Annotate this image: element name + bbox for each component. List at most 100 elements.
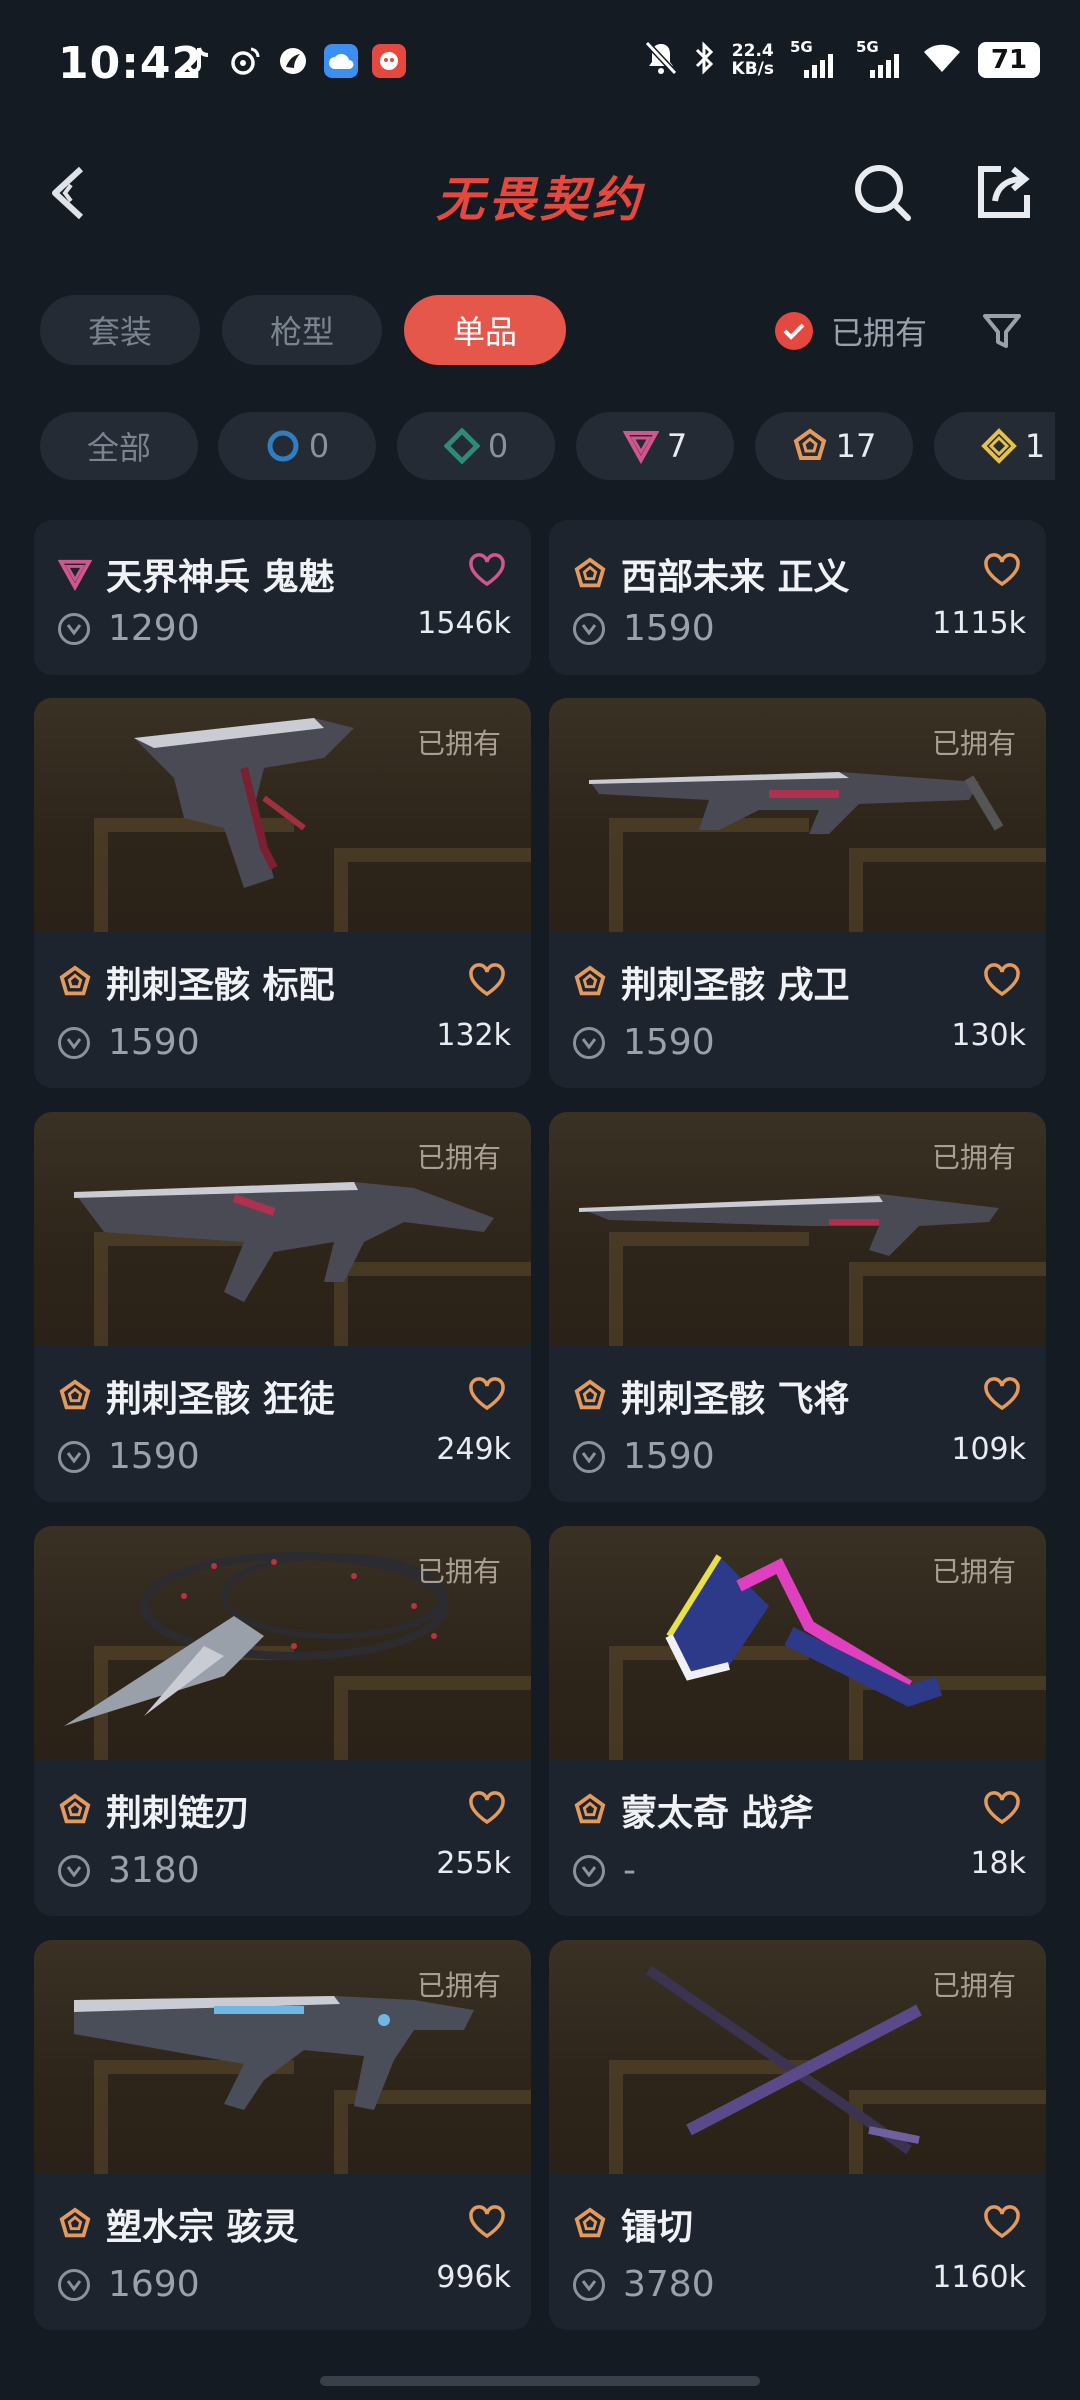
skin-likes: 130k [951,1018,1026,1053]
vp-currency-icon [573,1440,605,1473]
chip-deluxe[interactable]: 0 [397,412,555,480]
favorite-button[interactable] [467,2202,507,2242]
favorite-button[interactable] [467,1374,507,1414]
exclusive-rarity-icon [573,1793,607,1827]
skin-image: 已拥有 [34,1112,531,1346]
skin-price-value: 3780 [623,2264,715,2305]
owned-filter-toggle[interactable]: 已拥有 [775,305,927,357]
skin-likes: 996k [436,2260,511,2295]
exclusive-rarity-icon [58,1379,92,1413]
vp-currency-icon [573,2268,605,2301]
ultra-rarity-icon [980,428,1017,464]
owned-tag: 已拥有 [416,727,501,760]
skin-price-value: 1690 [108,2264,200,2305]
favorite-button[interactable] [467,960,507,1000]
skin-name-row: 荆刺圣骸 狂徒 [58,1370,335,1422]
skin-likes: 1115k [932,606,1026,641]
favorite-button[interactable] [982,960,1022,1000]
skin-name: 蒙太奇 战斧 [621,1793,814,1834]
tab-sets[interactable]: 套装 [40,295,200,365]
chip-premium-count: 7 [666,427,688,465]
favorite-button[interactable] [982,1788,1022,1828]
favorite-button[interactable] [982,2202,1022,2242]
share-button[interactable] [968,158,1038,228]
skin-name: 西部未来 正义 [621,557,850,598]
owned-filter-label: 已拥有 [831,314,928,352]
skin-name-row: 荆刺链刃 [58,1784,250,1836]
vp-currency-icon [58,1026,90,1059]
skin-price-value: 1590 [108,1436,200,1477]
skin-card[interactable]: 西部未来 正义 1590 1115k [549,520,1046,675]
battery-indicator: 71 [978,42,1040,78]
status-bar: 10:42 22.4 KB/s 5G 5G 71 [0,0,1080,130]
filter-icon [983,314,1021,348]
chip-ultra[interactable]: 1 [934,412,1055,480]
skin-price: 3780 [573,2264,715,2305]
chip-ultra-count: 1 [1024,427,1046,465]
skin-card[interactable]: 已拥有 荆刺圣骸 飞将 1590 109k [549,1112,1046,1502]
chip-select-count: 0 [308,427,330,465]
checkmark-icon [775,312,813,350]
skin-name: 荆刺圣骸 标配 [106,965,335,1006]
chip-exclusive[interactable]: 17 [755,412,913,480]
skin-card[interactable]: 已拥有 荆刺圣骸 戌卫 1590 130k [549,698,1046,1088]
share-icon [978,166,1030,218]
chip-deluxe-count: 0 [487,427,509,465]
vp-currency-icon [58,1440,90,1473]
skin-price-value: 3180 [108,1850,200,1891]
skin-card[interactable]: 已拥有 蒙太奇 战斧 - 18k [549,1526,1046,1916]
search-icon [855,165,911,221]
skin-price-value: 1590 [623,1436,715,1477]
skin-image: 已拥有 [549,1112,1046,1346]
skin-card[interactable]: 已拥有 荆刺圣骸 标配 1590 132k [34,698,531,1088]
skin-name-row: 天界神兵 鬼魅 [58,548,335,600]
skin-card[interactable]: 已拥有 荆刺圣骸 狂徒 1590 249k [34,1112,531,1502]
exclusive-rarity-icon [58,1793,92,1827]
skin-image: 已拥有 [549,1526,1046,1760]
tab-items[interactable]: 单品 [404,295,566,365]
signal-1: 5G [790,38,840,78]
cloud-icon [324,44,358,78]
chip-exclusive-count: 17 [835,427,877,465]
tab-weapon-types[interactable]: 枪型 [222,295,382,365]
favorite-button[interactable] [467,550,507,590]
vp-currency-icon [58,612,90,645]
favorite-button[interactable] [467,1788,507,1828]
skin-price: 1590 [573,608,715,649]
skin-name: 荆刺圣骸 戌卫 [621,965,850,1006]
skin-image: 已拥有 [34,698,531,932]
skin-price: 1590 [58,1436,200,1477]
tiktok-icon [180,44,214,78]
owned-tag: 已拥有 [416,1555,501,1588]
skin-likes: 1160k [932,2260,1026,2295]
signal-2: 5G [856,38,906,78]
chip-premium[interactable]: 7 [576,412,734,480]
deluxe-rarity-icon [443,428,480,464]
favorite-button[interactable] [982,550,1022,590]
skin-card[interactable]: 已拥有 塑水宗 骇灵 1690 996k [34,1940,531,2330]
skin-image: 已拥有 [34,1526,531,1760]
skin-price: 1690 [58,2264,200,2305]
skin-name-row: 蒙太奇 战斧 [573,1784,814,1836]
select-rarity-icon [267,430,299,462]
skin-name-row: 西部未来 正义 [573,548,850,600]
skin-card[interactable]: 已拥有 镭切 3780 1160k [549,1940,1046,2330]
skin-likes: 132k [436,1018,511,1053]
pinduoduo-icon [372,44,406,78]
filter-button[interactable] [975,305,1029,359]
owned-tag: 已拥有 [931,727,1016,760]
skin-image: 已拥有 [549,698,1046,932]
status-indicators: 22.4 KB/s 5G 5G 71 [644,38,1040,80]
status-app-icons [180,44,406,78]
exclusive-rarity-icon [573,2207,607,2241]
premium-rarity-icon [622,431,659,464]
skin-card[interactable]: 天界神兵 鬼魅 1290 1546k [34,520,531,675]
skin-card[interactable]: 已拥有 荆刺链刃 3180 255k [34,1526,531,1916]
heart-icon [469,963,505,997]
chip-all[interactable]: 全部 [40,412,198,480]
heart-icon [984,1791,1020,1825]
chip-select[interactable]: 0 [218,412,376,480]
home-indicator[interactable] [320,2376,760,2386]
favorite-button[interactable] [982,1374,1022,1414]
search-button[interactable] [848,158,918,228]
